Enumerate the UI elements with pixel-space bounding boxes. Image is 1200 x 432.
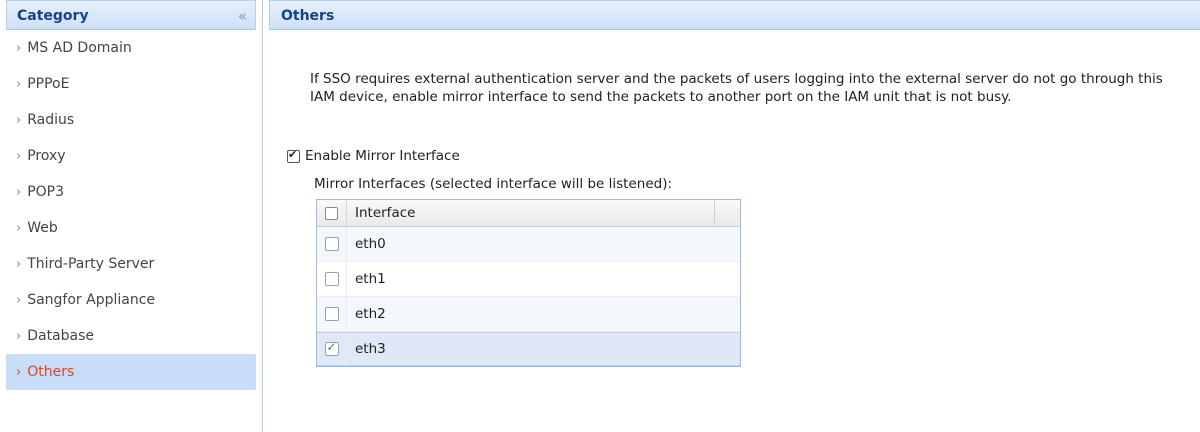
category-item-label: Proxy bbox=[27, 148, 66, 164]
chevron-right-icon: › bbox=[16, 185, 22, 200]
row-checkbox-cell bbox=[317, 333, 347, 365]
row-checkbox-checked[interactable] bbox=[324, 340, 339, 356]
row-checkbox-cell bbox=[317, 297, 347, 331]
category-item-web[interactable]: › Web bbox=[6, 210, 256, 246]
category-item-ms-ad-domain[interactable]: › MS AD Domain bbox=[6, 30, 256, 66]
category-item-radius[interactable]: › Radius bbox=[6, 102, 256, 138]
enable-mirror-label: Enable Mirror Interface bbox=[305, 148, 460, 164]
page-title: Others bbox=[281, 8, 335, 24]
chevron-right-icon: › bbox=[16, 293, 22, 308]
category-item-label: Sangfor Appliance bbox=[27, 292, 156, 308]
category-item-label: PPPoE bbox=[27, 76, 70, 92]
category-item-pppoe[interactable]: › PPPoE bbox=[6, 66, 256, 102]
category-item-label: MS AD Domain bbox=[27, 40, 132, 56]
select-all-checkbox[interactable] bbox=[325, 206, 338, 220]
row-checkbox[interactable] bbox=[324, 307, 339, 321]
chevron-right-icon: › bbox=[16, 149, 22, 164]
category-item-pop3[interactable]: › POP3 bbox=[6, 174, 256, 210]
table-row[interactable]: eth2 bbox=[317, 297, 740, 332]
row-checkbox-cell bbox=[317, 262, 347, 296]
category-list: › MS AD Domain › PPPoE › Radius › Proxy › POP… bbox=[6, 30, 256, 390]
chevron-right-icon: › bbox=[16, 329, 22, 344]
category-item-sangfor-appliance[interactable]: › Sangfor Appliance bbox=[6, 282, 256, 318]
row-checkbox-cell bbox=[317, 227, 347, 261]
row-checkbox[interactable] bbox=[324, 237, 339, 251]
category-panel: Category « › MS AD Domain › PPPoE › Radius … bbox=[0, 0, 263, 432]
column-header-interface[interactable]: Interface bbox=[347, 200, 715, 226]
category-item-label: Database bbox=[27, 328, 95, 344]
row-checkbox[interactable] bbox=[324, 272, 339, 286]
category-item-label: Web bbox=[27, 220, 58, 236]
content-header: Others bbox=[269, 0, 1200, 30]
chevron-right-icon: › bbox=[16, 257, 22, 272]
category-header: Category « bbox=[6, 0, 256, 30]
table-row[interactable]: eth3 bbox=[317, 332, 740, 366]
select-all-cell bbox=[317, 200, 347, 226]
category-item-label: Radius bbox=[27, 112, 75, 128]
enable-mirror-checkbox[interactable] bbox=[287, 148, 300, 163]
interface-name: eth2 bbox=[355, 306, 386, 322]
description-text: If SSO requires external authentication … bbox=[310, 71, 1163, 105]
category-item-label: Others bbox=[27, 364, 75, 380]
interface-grid: Interface eth0 eth1 eth2 eth3 bbox=[316, 199, 741, 367]
chevron-right-icon: › bbox=[16, 221, 22, 236]
interface-name: eth0 bbox=[355, 236, 386, 252]
interface-name: eth1 bbox=[355, 271, 386, 287]
table-row[interactable]: eth0 bbox=[317, 227, 740, 262]
category-item-database[interactable]: › Database bbox=[6, 318, 256, 354]
category-item-proxy[interactable]: › Proxy bbox=[6, 138, 256, 174]
chevron-right-icon: › bbox=[16, 77, 22, 92]
table-row[interactable]: eth1 bbox=[317, 262, 740, 297]
interface-name: eth3 bbox=[355, 341, 386, 357]
chevron-right-icon: › bbox=[16, 113, 22, 128]
header-filler bbox=[715, 200, 740, 226]
category-item-third-party-server[interactable]: › Third-Party Server bbox=[6, 246, 256, 282]
category-item-others[interactable]: › Others bbox=[6, 354, 256, 390]
category-item-label: Third-Party Server bbox=[27, 256, 155, 272]
grid-header: Interface bbox=[317, 200, 740, 227]
category-item-label: POP3 bbox=[27, 184, 65, 200]
mirror-interfaces-label: Mirror Interfaces (selected interface wi… bbox=[314, 176, 673, 192]
enable-mirror-checkbox-row[interactable]: Enable Mirror Interface bbox=[287, 148, 460, 164]
category-title: Category bbox=[17, 8, 89, 24]
content-panel: Others If SSO requires external authenti… bbox=[269, 0, 1200, 432]
collapse-icon[interactable]: « bbox=[238, 1, 247, 31]
chevron-right-icon: › bbox=[16, 41, 22, 56]
chevron-right-icon: › bbox=[16, 365, 22, 380]
